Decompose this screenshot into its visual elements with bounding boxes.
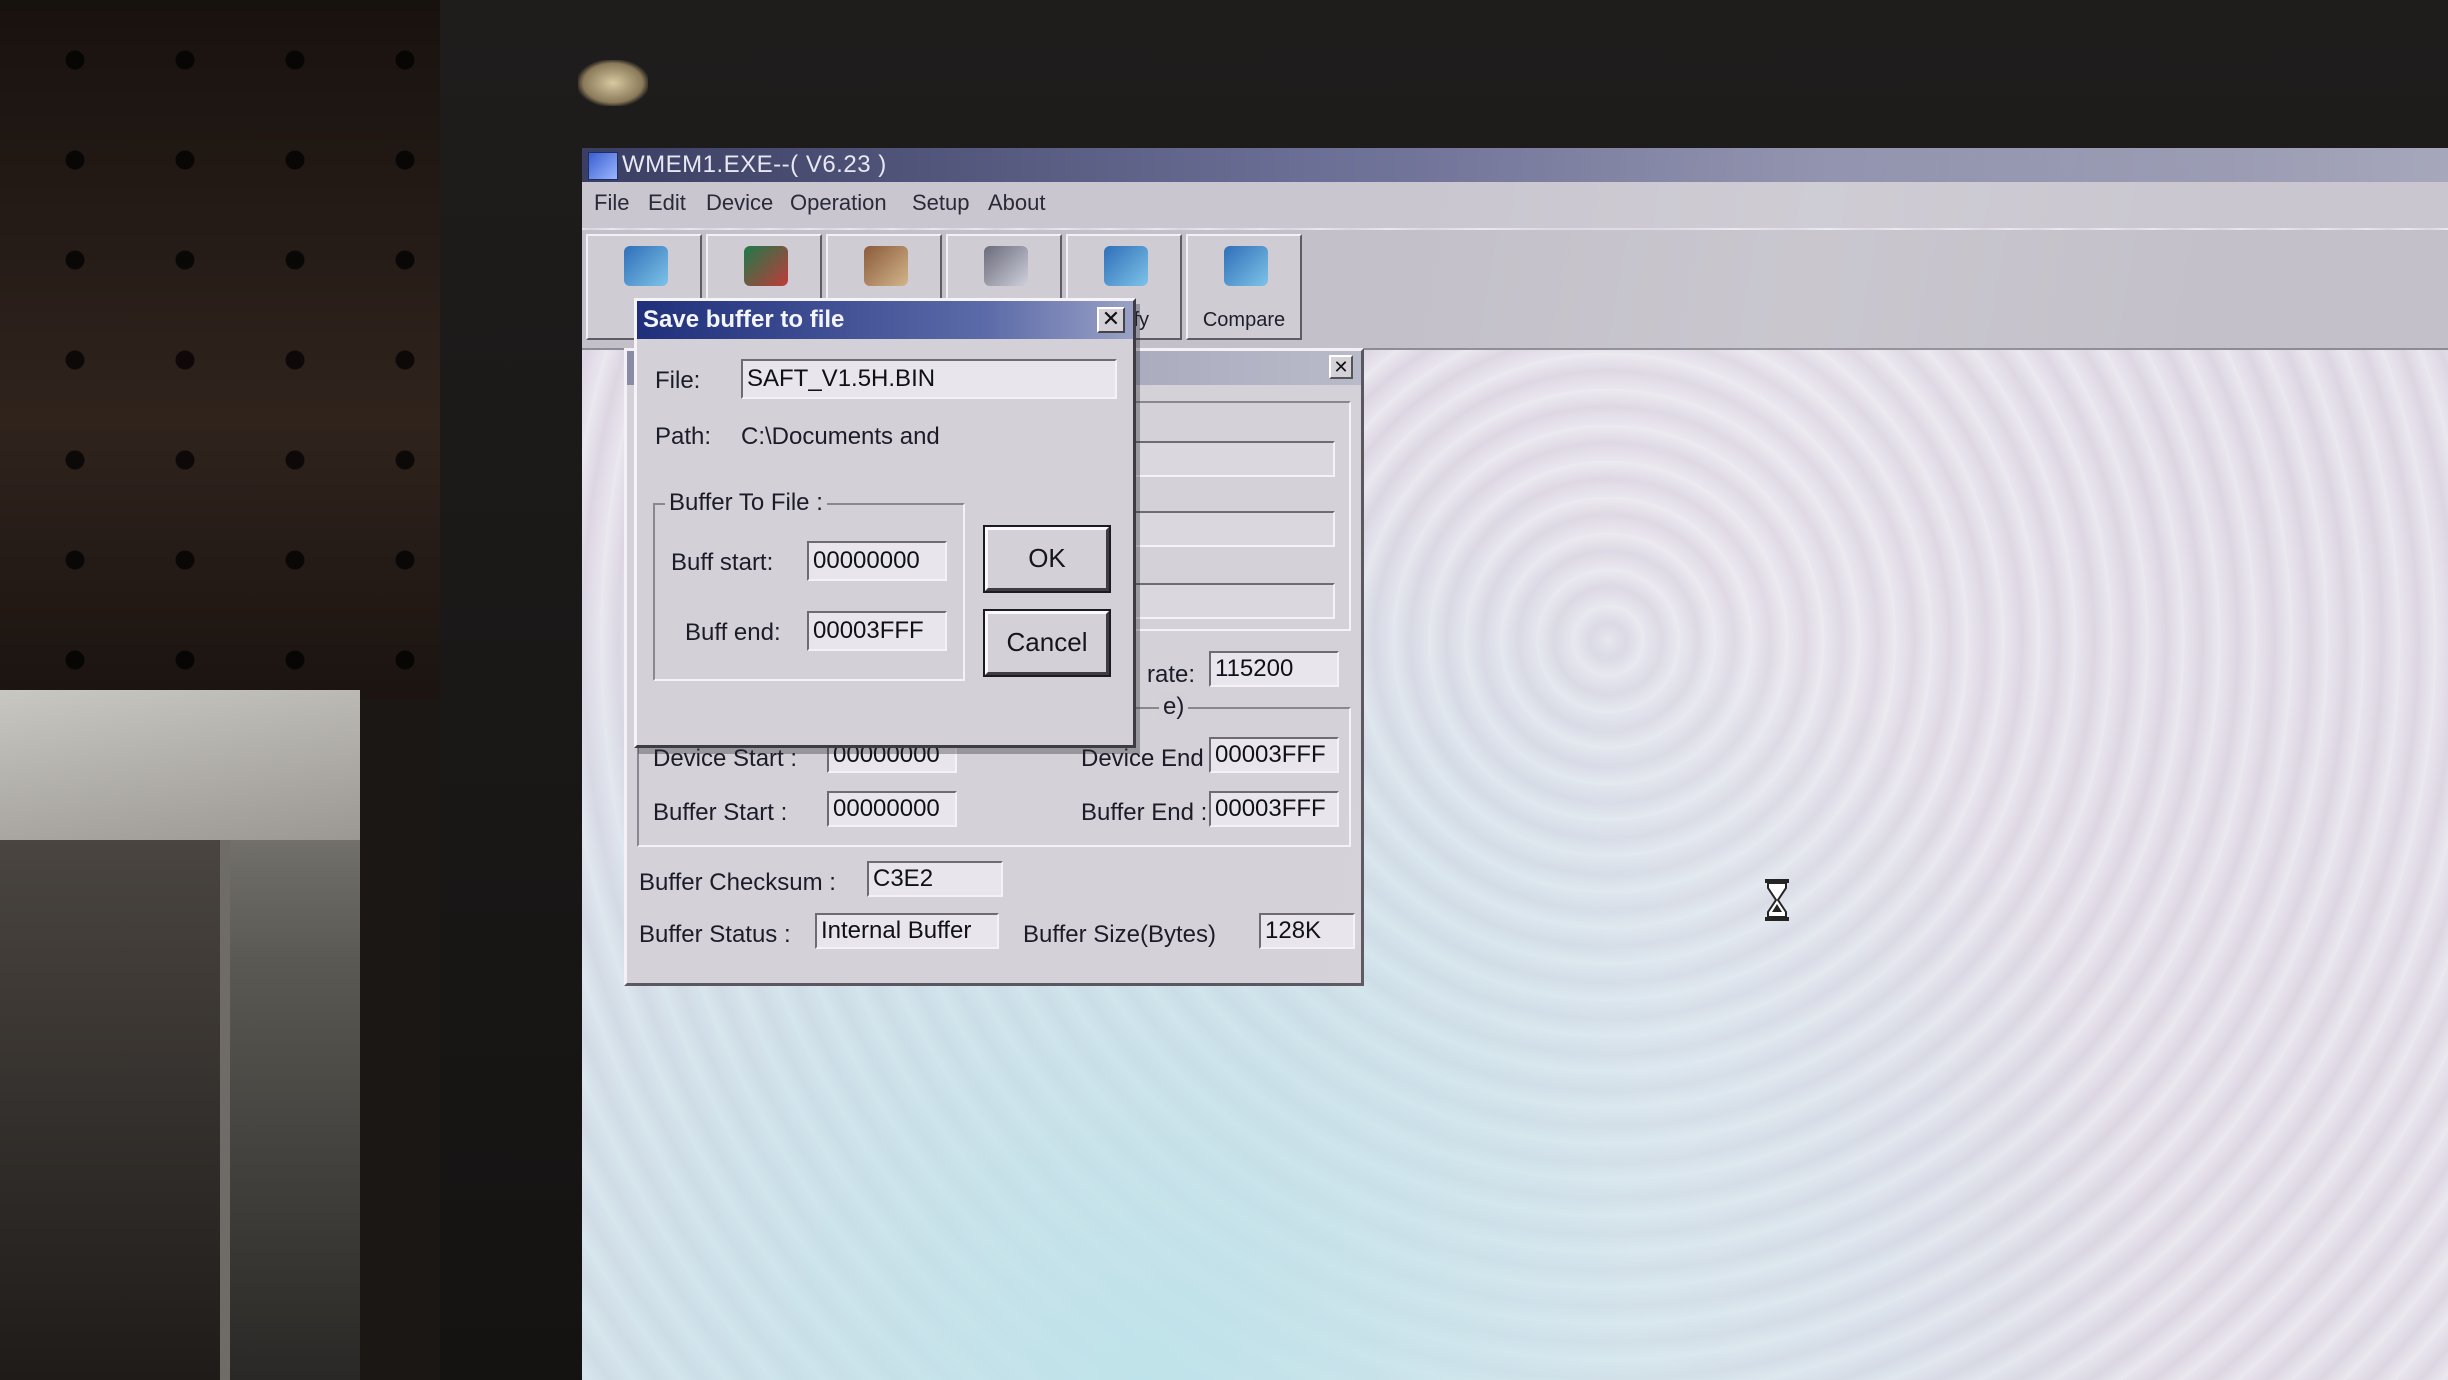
cancel-button[interactable]: Cancel	[983, 609, 1111, 677]
device-end-field: 00003FFF	[1209, 737, 1339, 773]
cabinet-front	[0, 840, 230, 1380]
checksum-field: C3E2	[867, 861, 1003, 897]
app-titlebar: WMEM1.EXE--( V6.23 )	[582, 148, 2448, 182]
checksum-label: Buffer Checksum :	[639, 869, 836, 896]
compare-label: Compare	[1202, 309, 1286, 331]
app-icon	[588, 152, 618, 180]
file-name-input[interactable]: SAFT_V1.5H.BIN	[741, 359, 1117, 399]
menu-bar: File Edit Device Operation Setup About	[582, 182, 2448, 228]
monitor-logo	[578, 60, 648, 106]
menu-operation[interactable]: Operation	[790, 190, 887, 216]
buffer-status-field: Internal Buffer	[815, 913, 999, 949]
compare-button[interactable]: Compare	[1186, 234, 1302, 340]
buffer-status-label: Buffer Status :	[639, 921, 791, 948]
info-panel-close-button[interactable]: ✕	[1329, 355, 1353, 379]
range-group-legend: e)	[1159, 693, 1189, 721]
buff-start-input[interactable]: 00000000	[807, 541, 947, 581]
device-start-label: Device Start :	[653, 745, 798, 772]
dialog-titlebar: Save buffer to file ✕	[637, 301, 1133, 339]
verify-icon	[1104, 246, 1148, 286]
ok-button[interactable]: OK	[983, 525, 1111, 593]
path-label: Path:	[655, 423, 712, 450]
buff-end-label: Buff end:	[685, 619, 781, 646]
menu-file[interactable]: File	[594, 190, 629, 216]
buffer-size-field: 128K	[1259, 913, 1355, 949]
app-title: WMEM1.EXE--( V6.23 )	[622, 151, 887, 178]
buff-start-label: Buff start:	[671, 549, 774, 576]
device-end-label: Device End	[1081, 745, 1204, 772]
save-buffer-dialog: Save buffer to file ✕ File: SAFT_V1.5H.B…	[634, 298, 1136, 748]
baud-rate-field: 115200	[1209, 651, 1339, 687]
pegboard-shade	[0, 0, 470, 700]
buffer-start-field: 00000000	[827, 791, 957, 827]
monitor-screen: WMEM1.EXE--( V6.23 ) File Edit Device Op…	[582, 148, 2448, 1380]
pin-icon	[864, 246, 908, 286]
buffer-start-label: Buffer Start :	[653, 799, 788, 826]
buffer-to-file-legend: Buffer To File :	[665, 489, 827, 517]
baud-rate-label: rate:	[1147, 661, 1196, 688]
compare-icon	[1224, 246, 1268, 286]
file-label: File:	[655, 367, 701, 394]
buffer-end-label: Buffer End :	[1081, 799, 1208, 826]
buffer-to-file-group	[653, 503, 965, 681]
buffer-end-field: 00003FFF	[1209, 791, 1339, 827]
menu-edit[interactable]: Edit	[648, 190, 686, 216]
program-icon	[984, 246, 1028, 286]
path-value: C:\Documents and	[741, 423, 940, 450]
menu-device[interactable]: Device	[706, 190, 773, 216]
dialog-title: Save buffer to file	[643, 306, 845, 333]
buff-end-input[interactable]: 00003FFF	[807, 611, 947, 651]
hourglass-cursor-icon	[1765, 879, 1789, 921]
cabinet-top	[0, 690, 360, 840]
read-icon	[624, 246, 668, 286]
menu-about[interactable]: About	[988, 190, 1046, 216]
chip-icon	[744, 246, 788, 286]
buffer-size-label: Buffer Size(Bytes)	[1023, 921, 1216, 948]
menu-setup[interactable]: Setup	[912, 190, 970, 216]
dialog-close-button[interactable]: ✕	[1097, 307, 1125, 333]
